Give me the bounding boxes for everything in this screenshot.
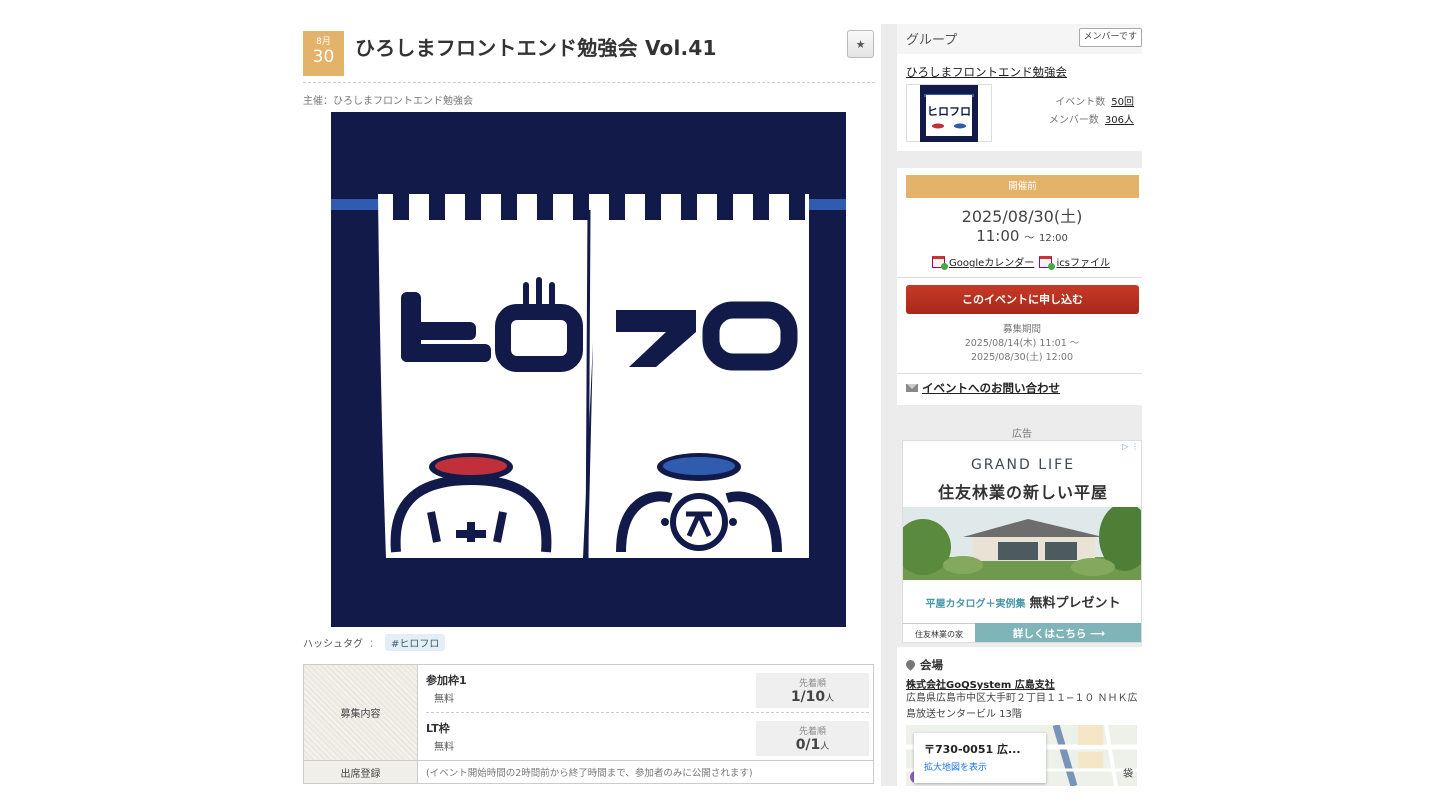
divider bbox=[897, 373, 1142, 374]
hashtag-colon: ： bbox=[369, 639, 379, 650]
event-time: 11:00 ～ 12:00 bbox=[897, 227, 1147, 245]
schedule-card: 開催前 2025/08/30(土) 11:00 ～ 12:00 Googleカレ… bbox=[897, 168, 1142, 405]
location-pin-icon bbox=[904, 658, 917, 671]
ad-headline: 住友林業の新しい平屋 bbox=[937, 483, 1108, 502]
slot-count: 0/1 bbox=[795, 737, 821, 753]
adchoices-icon[interactable]: ▷ ⋮ bbox=[1122, 442, 1139, 451]
end-time: 12:00 bbox=[1038, 233, 1068, 244]
group-heading: グループ bbox=[906, 33, 958, 48]
slot-unit: 人 bbox=[825, 694, 835, 704]
members-label: メンバー数 bbox=[1048, 115, 1099, 126]
divider bbox=[303, 82, 875, 83]
apply-button[interactable]: このイベントに申し込む bbox=[906, 285, 1139, 314]
start-time: 11:00 bbox=[976, 227, 1020, 245]
ad-headline-en: GRAND LIFE bbox=[970, 457, 1076, 473]
event-title: ひろしまフロントエンド勉強会 Vol.41 bbox=[355, 36, 717, 60]
status-badge: 開催前 bbox=[906, 175, 1139, 198]
slot-row: LT枠 無料 先着順 0/1人 bbox=[426, 712, 869, 759]
ad-banner[interactable]: ▷ ⋮ GRAND LIFE 住友林業の新しい平屋 平屋カタログ＋実例集 無料プレ… bbox=[902, 440, 1142, 643]
period-start: 2025/08/14(木) 11:01 ～ bbox=[964, 338, 1080, 349]
mail-icon bbox=[906, 384, 918, 392]
ad-house-image bbox=[903, 503, 1141, 580]
venue-heading-label: 会場 bbox=[920, 658, 943, 672]
recruitment-period: 募集期間 2025/08/14(木) 11:01 ～ 2025/08/30(土)… bbox=[897, 323, 1147, 365]
map-info-popup: 〒730-0051 広... 拡大地図を表示 bbox=[914, 733, 1046, 783]
events-label: イベント数 bbox=[1055, 97, 1106, 108]
slot-name: 参加枠1 bbox=[426, 674, 467, 687]
contact-row: イベントへのお問い合わせ bbox=[906, 380, 1060, 396]
ad-footer: 住友林業の家 詳しくはこちら ⟶ bbox=[903, 623, 1141, 642]
slot-name: LT枠 bbox=[426, 722, 450, 735]
date-badge: 8月 30 bbox=[303, 31, 344, 76]
slot-order: 先着順 bbox=[798, 727, 826, 737]
contact-link[interactable]: イベントへのお問い合わせ bbox=[922, 381, 1060, 395]
date-badge-month: 8月 bbox=[316, 37, 331, 47]
slot-fee: 無料 bbox=[434, 694, 454, 705]
ad-cta-button[interactable]: 詳しくはこちら ⟶ bbox=[975, 623, 1141, 642]
slot-capacity: 先着順 1/10人 bbox=[756, 673, 869, 708]
organizer: 主催：ひろしまフロントエンド勉強会 bbox=[303, 96, 473, 107]
time-tilde: ～ bbox=[1024, 233, 1035, 244]
bookmark-button[interactable]: ★ bbox=[847, 30, 874, 58]
event-date: 2025/08/30(土) bbox=[961, 207, 1083, 226]
group-name-link[interactable]: ひろしまフロントエンド勉強会 bbox=[906, 64, 1067, 80]
period-label: 募集期間 bbox=[1002, 324, 1041, 335]
calendar-add-icon bbox=[932, 256, 949, 270]
map-enlarge-link[interactable]: 拡大地図を表示 bbox=[924, 760, 1046, 773]
ad-offer-catalog: 平屋カタログ＋実例集 bbox=[925, 599, 1026, 610]
slot-unit: 人 bbox=[820, 742, 830, 752]
period-end: 2025/08/30(土) 12:00 bbox=[970, 352, 1074, 363]
group-logo: ヒロフロ bbox=[920, 85, 978, 142]
map-postal: 〒730-0051 広... bbox=[924, 743, 1021, 756]
ad-brand: 住友林業の家 bbox=[903, 623, 975, 642]
ad-label: 広告 bbox=[1012, 429, 1032, 440]
recruitment-label: 募集内容 bbox=[304, 665, 418, 760]
slot-fee: 無料 bbox=[434, 742, 454, 753]
calendar-links: Googleカレンダー icsファイル bbox=[897, 254, 1147, 270]
venue-card: 会場 株式会社GoQSystem 広島支社 広島県広島市中区大手町２丁目１１−１… bbox=[897, 647, 1142, 786]
recruitment-table: 募集内容 参加枠1 無料 先着順 1/10人 LT枠 無料 先着順 0/1人 出… bbox=[303, 664, 874, 784]
ad-offer: 平屋カタログ＋実例集 無料プレゼント bbox=[903, 592, 1141, 611]
hashtag-row: ハッシュタグ ： #ヒロフロ bbox=[303, 634, 446, 651]
svg-text:ヒロフロ: ヒロフロ bbox=[927, 105, 971, 118]
slot-capacity: 先着順 0/1人 bbox=[756, 721, 869, 756]
events-count-link[interactable]: 50回 bbox=[1111, 97, 1134, 108]
group-thumbnail[interactable]: ヒロフロ bbox=[906, 84, 992, 142]
divider bbox=[897, 277, 1142, 278]
hashtag-chip[interactable]: #ヒロフロ bbox=[385, 634, 446, 651]
venue-map[interactable]: 〒730-0051 広... 拡大地図を表示 袋 bbox=[906, 725, 1137, 786]
ics-file-link[interactable]: icsファイル bbox=[1056, 258, 1110, 269]
slot-order: 先着順 bbox=[798, 679, 826, 689]
ad-offer-free: 無料プレゼント bbox=[1029, 596, 1121, 611]
member-button[interactable]: メンバーです bbox=[1078, 28, 1142, 47]
slot-count: 1/10 bbox=[790, 689, 826, 705]
venue-name-link[interactable]: 株式会社GoQSystem 広島支社 bbox=[906, 680, 1055, 691]
ics-download-icon bbox=[1039, 256, 1056, 270]
group-card: グループ メンバーです ひろしまフロントエンド勉強会 ヒロフロ イベント数50 bbox=[897, 24, 1142, 151]
hashtag-label: ハッシュタグ bbox=[303, 639, 363, 650]
group-stats: イベント数 50回 メンバー数 306人 bbox=[1037, 94, 1134, 130]
members-count-link[interactable]: 306人 bbox=[1105, 115, 1134, 126]
venue-name: 株式会社GoQSystem 広島支社 bbox=[906, 676, 1055, 691]
google-calendar-link[interactable]: Googleカレンダー bbox=[949, 258, 1034, 269]
slot-row: 参加枠1 無料 先着順 1/10人 bbox=[426, 665, 869, 712]
date-badge-day: 30 bbox=[312, 47, 335, 67]
event-main: 8月 30 ひろしまフロントエンド勉強会 Vol.41 ★ 主催：ひろしまフロン… bbox=[303, 0, 875, 810]
venue-address: 広島県広島市中区大手町２丁目１１−１０ ＮＨＫ広島放送センタービル 13階 bbox=[906, 693, 1138, 720]
event-banner-image bbox=[331, 112, 846, 627]
map-place-label: 袋 bbox=[1123, 769, 1133, 780]
attendance-note: (イベント開始時間の2時間前から終了時間まで、参加者のみに公開されます) bbox=[426, 768, 753, 779]
star-icon: ★ bbox=[855, 37, 866, 51]
venue-heading: 会場 bbox=[904, 657, 943, 673]
attendance-label: 出席登録 bbox=[304, 761, 418, 783]
